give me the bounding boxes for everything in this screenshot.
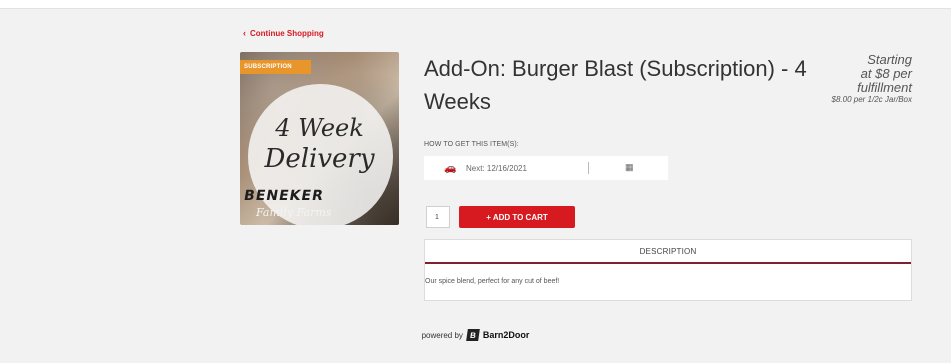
calendar-icon[interactable]: ▦ xyxy=(625,162,634,173)
next-delivery-date: Next: 12/16/2021 xyxy=(466,164,527,173)
price-line-1: Starting xyxy=(867,52,912,67)
price-line-2: at $8 per xyxy=(860,66,912,81)
add-to-cart-button[interactable]: + ADD TO CART xyxy=(459,206,575,228)
description-panel: DESCRIPTION Our spice blend, perfect for… xyxy=(424,239,912,301)
quantity-input[interactable]: 1 xyxy=(426,206,450,228)
tab-description[interactable]: DESCRIPTION xyxy=(425,240,911,264)
barn2door-logo-icon: B xyxy=(466,329,480,341)
price-unit: $8.00 per 1/2c Jar/Box xyxy=(831,95,913,104)
barn2door-brand[interactable]: Barn2Door xyxy=(483,330,530,340)
product-title: Add-On: Burger Blast (Subscription) - 4 … xyxy=(424,56,807,114)
divider xyxy=(588,162,589,174)
subscription-badge: SUBSCRIPTION xyxy=(240,60,311,74)
fulfillment-heading: HOW TO GET THIS ITEM(S): xyxy=(424,141,519,148)
powered-by-footer: powered by B Barn2Door xyxy=(0,329,951,341)
top-bar xyxy=(0,0,951,9)
price-line-3: fulfillment xyxy=(857,80,912,95)
price-info: Starting at $8 per fulfillment $8.00 per… xyxy=(822,52,913,105)
chevron-left-icon: ‹ xyxy=(243,28,246,38)
product-image: 4 Week Delivery BENEKER Family Farms xyxy=(240,52,399,225)
powered-by-label: powered by xyxy=(421,330,463,340)
delivery-date-selector[interactable]: 🚗 Next: 12/16/2021 ▦ xyxy=(424,156,668,180)
car-icon: 🚗 xyxy=(444,163,457,174)
continue-shopping-label: Continue Shopping xyxy=(250,29,324,38)
product-image-brand-sub: Family Farms xyxy=(256,206,332,219)
product-image-text-line2: Delivery xyxy=(264,144,375,174)
description-text: Our spice blend, perfect for any cut of … xyxy=(425,278,560,285)
product-image-brand: BENEKER xyxy=(242,188,326,204)
continue-shopping-link[interactable]: ‹ Continue Shopping xyxy=(243,28,324,39)
product-image-text-line1: 4 Week xyxy=(275,114,364,142)
